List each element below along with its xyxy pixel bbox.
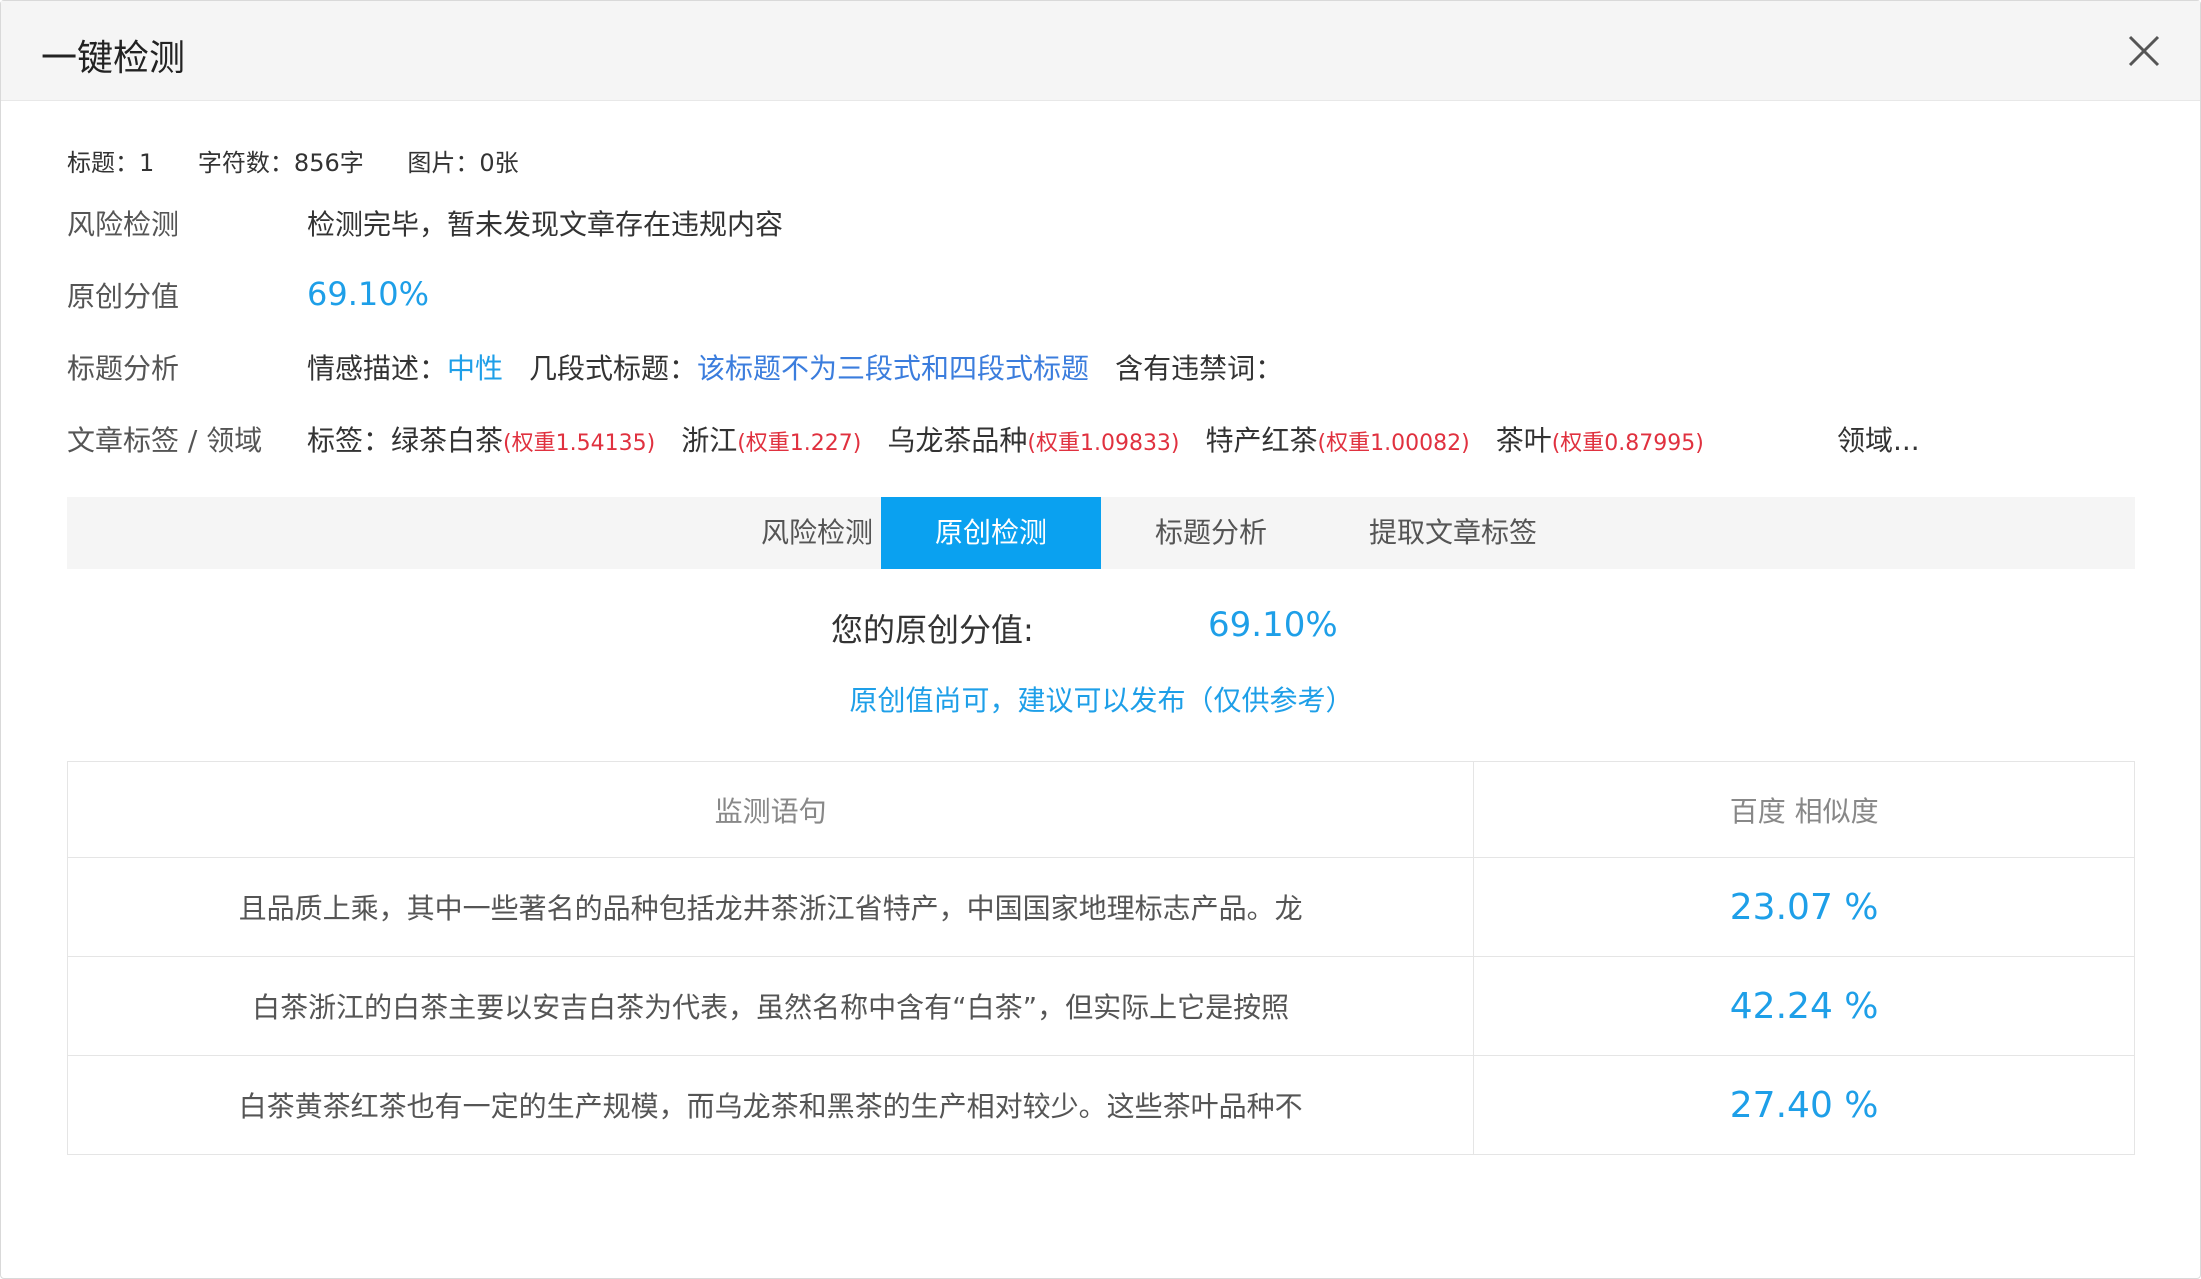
- sentiment-value: 中性: [447, 352, 504, 385]
- tab-title-analysis[interactable]: 标题分析: [1101, 497, 1321, 569]
- tags-prefix: 标签：: [307, 424, 392, 457]
- tag-name: 特产红茶: [1205, 424, 1318, 457]
- tag-name: 茶叶: [1495, 424, 1552, 457]
- tag-name: 绿茶白茶: [391, 424, 504, 457]
- close-button[interactable]: [2124, 31, 2164, 71]
- tab-originality-detection[interactable]: 原创检测: [881, 497, 1101, 569]
- score-advice: 原创值尚可，建议可以发布（仅供参考）: [849, 684, 1354, 717]
- risk-value: 检测完毕，暂未发现文章存在违规内容: [307, 208, 784, 241]
- score-value: 69.10%: [1208, 605, 1338, 645]
- table-row: 白茶黄茶红茶也有一定的生产规模，而乌龙茶和黑茶的生产相对较少。这些茶叶品种不 2…: [66, 1055, 2135, 1155]
- risk-row: 风险检测 检测完毕，暂未发现文章存在违规内容: [67, 203, 2147, 247]
- score-label: 您的原创分值:: [831, 611, 1034, 649]
- tag-weight: (权重1.09833): [1027, 431, 1180, 456]
- risk-label: 风险检测: [67, 208, 180, 241]
- table-row: 且品质上乘，其中一些著名的品种包括龙井茶浙江省特产，中国国家地理标志产品。龙 2…: [66, 857, 2135, 957]
- tag-weight: (权重1.227): [737, 431, 862, 456]
- similarity-cell: 27.40 %: [1473, 1055, 2135, 1155]
- banned-words-label: 含有违禁词：: [1115, 352, 1284, 385]
- originality-label: 原创分值: [67, 280, 180, 313]
- similarity-table: 监测语句 百度 相似度 且品质上乘，其中一些著名的品种包括龙井茶浙江省特产，中国…: [66, 761, 2135, 1155]
- title-count: 标题：1: [67, 149, 155, 177]
- dialog-header: 一键检测: [1, 1, 2200, 101]
- originality-value: 69.10%: [307, 275, 429, 313]
- title-analysis-row: 标题分析 情感描述：中性 几段式标题：该标题不为三段式和四段式标题 含有违禁词：: [67, 347, 2147, 391]
- image-count: 图片：0张: [407, 149, 519, 177]
- char-count: 字符数：856字: [197, 149, 364, 177]
- tags-value: 标签：绿茶白茶(权重1.54135) 浙江(权重1.227) 乌龙茶品种(权重1.0…: [307, 419, 1704, 459]
- title-analysis-label: 标题分析: [67, 352, 180, 385]
- tag-weight: (权重1.00082): [1317, 431, 1470, 456]
- tab-extract-tags[interactable]: 提取文章标签: [1321, 497, 1585, 569]
- sentence-cell: 且品质上乘，其中一些著名的品种包括龙井茶浙江省特产，中国国家地理标志产品。龙: [66, 857, 1475, 957]
- segment-label: 几段式标题：: [529, 352, 698, 385]
- tags-row: 文章标签 / 领域 标签：绿茶白茶(权重1.54135) 浙江(权重1.227) 乌…: [67, 419, 2147, 463]
- tags-label: 文章标签 / 领域: [67, 424, 263, 457]
- tab-bar: 风险检测 原创检测 标题分析 提取文章标签: [67, 497, 2135, 569]
- domain-value: 领域...: [1837, 424, 1920, 457]
- originality-score: 69.10%: [307, 275, 430, 313]
- tag-name: 浙江: [681, 424, 738, 457]
- tag-weight: (权重0.87995): [1551, 431, 1704, 456]
- tag-weight: (权重1.54135): [503, 431, 656, 456]
- tag-name: 乌龙茶品种: [887, 424, 1028, 457]
- similarity-cell: 42.24 %: [1473, 956, 2135, 1056]
- sentiment-label: 情感描述：: [307, 352, 448, 385]
- table-row: 白茶浙江的白茶主要以安吉白茶为代表，虽然名称中含有“白茶”，但实际上它是按照 4…: [66, 956, 2135, 1056]
- originality-row: 原创分值 69.10%: [67, 275, 2147, 319]
- sentence-cell: 白茶浙江的白茶主要以安吉白茶为代表，虽然名称中含有“白茶”，但实际上它是按照: [66, 956, 1475, 1056]
- detection-dialog: 一键检测 标题：1 字符数：856字 图片：0张 风险检测 检测完毕，暂未发现文…: [0, 0, 2201, 1279]
- article-meta: 标题：1 字符数：856字 图片：0张: [67, 143, 555, 178]
- dialog-title: 一键检测: [41, 38, 186, 79]
- similarity-cell: 23.07 %: [1473, 857, 2135, 957]
- segment-value: 该标题不为三段式和四段式标题: [697, 352, 1090, 385]
- title-analysis-value: 情感描述：中性 几段式标题：该标题不为三段式和四段式标题 含有违禁词：: [307, 347, 1283, 387]
- column-header-similarity: 百度 相似度: [1473, 761, 2135, 858]
- sentence-cell: 白茶黄茶红茶也有一定的生产规模，而乌龙茶和黑茶的生产相对较少。这些茶叶品种不: [66, 1055, 1475, 1155]
- table-header-row: 监测语句 百度 相似度: [66, 761, 2135, 858]
- close-icon: [2128, 35, 2160, 67]
- column-header-sentence: 监测语句: [66, 761, 1475, 858]
